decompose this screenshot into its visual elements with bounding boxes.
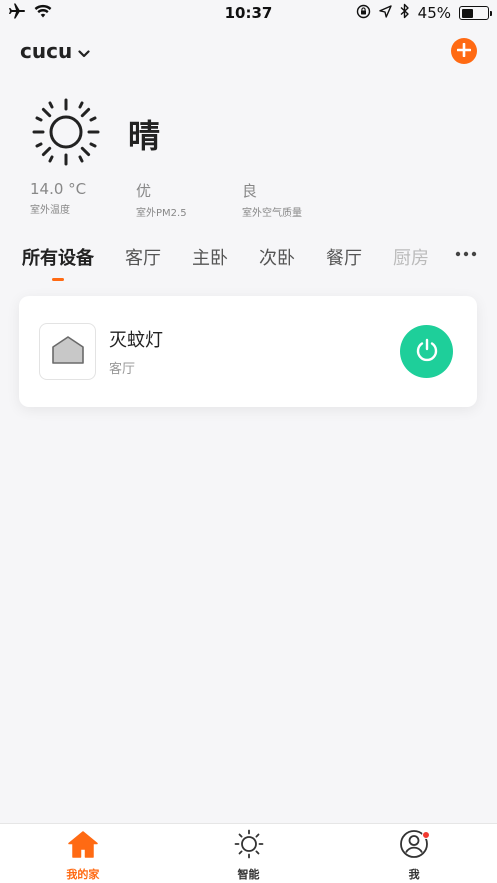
tab-master-bedroom[interactable]: 主卧 [192, 244, 228, 284]
more-tabs-button[interactable] [455, 244, 477, 270]
status-left [8, 3, 52, 23]
bluetooth-icon [400, 3, 410, 23]
weather-block: 晴 [30, 96, 160, 172]
home-name: cucu [20, 39, 73, 63]
power-icon [414, 337, 440, 367]
tab-living-room[interactable]: 客厅 [125, 244, 161, 284]
metric-value: 14.0 °C [30, 180, 87, 198]
tab-icon-wrap [67, 831, 99, 861]
chevron-down-icon [78, 39, 90, 63]
outdoor-metrics: 14.0 °C 室外温度 优 室外PM2.5 良 室外空气质量 [30, 180, 348, 219]
device-icon-box [39, 323, 96, 380]
tab-second-bedroom[interactable]: 次卧 [259, 244, 295, 284]
tab-icon-wrap [398, 830, 431, 861]
location-icon [378, 4, 392, 22]
metric-label: 室外空气质量 [242, 208, 302, 219]
metric-value: 优 [136, 182, 152, 200]
metric-value: 良 [242, 182, 258, 200]
more-dots-icon [455, 245, 477, 270]
tab-label: 智能 [237, 868, 260, 881]
room-tabs: 所有设备 客厅 主卧 次卧 餐厅 厨房 [22, 244, 477, 284]
metric-label: 室外PM2.5 [136, 208, 187, 219]
device-room: 客厅 [109, 362, 136, 377]
header: cucu [20, 36, 477, 66]
metric-temperature: 14.0 °C 室外温度 [30, 180, 136, 219]
status-bar: 10:37 45% [0, 0, 497, 26]
airplane-icon [8, 3, 26, 23]
metric-label: 室外温度 [30, 205, 70, 216]
tab-dining-room[interactable]: 餐厅 [326, 244, 362, 284]
tab-all-devices[interactable]: 所有设备 [22, 244, 94, 284]
status-right: 45% [356, 3, 492, 23]
tab-smart[interactable]: 智能 [166, 824, 332, 883]
device-info: 灭蚊灯 客厅 [109, 326, 400, 377]
sun-icon [30, 96, 102, 172]
weather-condition: 晴 [128, 117, 161, 155]
battery-icon [459, 6, 492, 20]
sun-outline-icon [234, 829, 264, 863]
battery-percent: 45% [417, 4, 451, 22]
house-icon [51, 335, 85, 369]
device-card[interactable]: 灭蚊灯 客厅 [19, 296, 477, 407]
metric-air-quality: 良 室外空气质量 [242, 180, 348, 219]
plus-icon [456, 40, 472, 62]
tab-label: 我的家 [66, 868, 100, 881]
tab-icon-wrap [233, 829, 265, 863]
device-name: 灭蚊灯 [109, 330, 163, 351]
tab-my-home[interactable]: 我的家 [0, 824, 166, 883]
bottom-tab-bar: 我的家 智能 我 [0, 823, 497, 883]
tab-me[interactable]: 我 [331, 824, 497, 883]
home-icon [67, 830, 99, 862]
tab-label: 我 [408, 868, 420, 881]
power-button[interactable] [400, 325, 453, 378]
rotation-lock-icon [356, 4, 371, 23]
metric-pm25: 优 室外PM2.5 [136, 180, 242, 219]
wifi-icon [34, 4, 52, 22]
add-button[interactable] [451, 38, 477, 64]
home-switcher[interactable]: cucu [20, 39, 90, 63]
battery-fill [461, 8, 473, 18]
tab-kitchen[interactable]: 厨房 [393, 244, 429, 284]
